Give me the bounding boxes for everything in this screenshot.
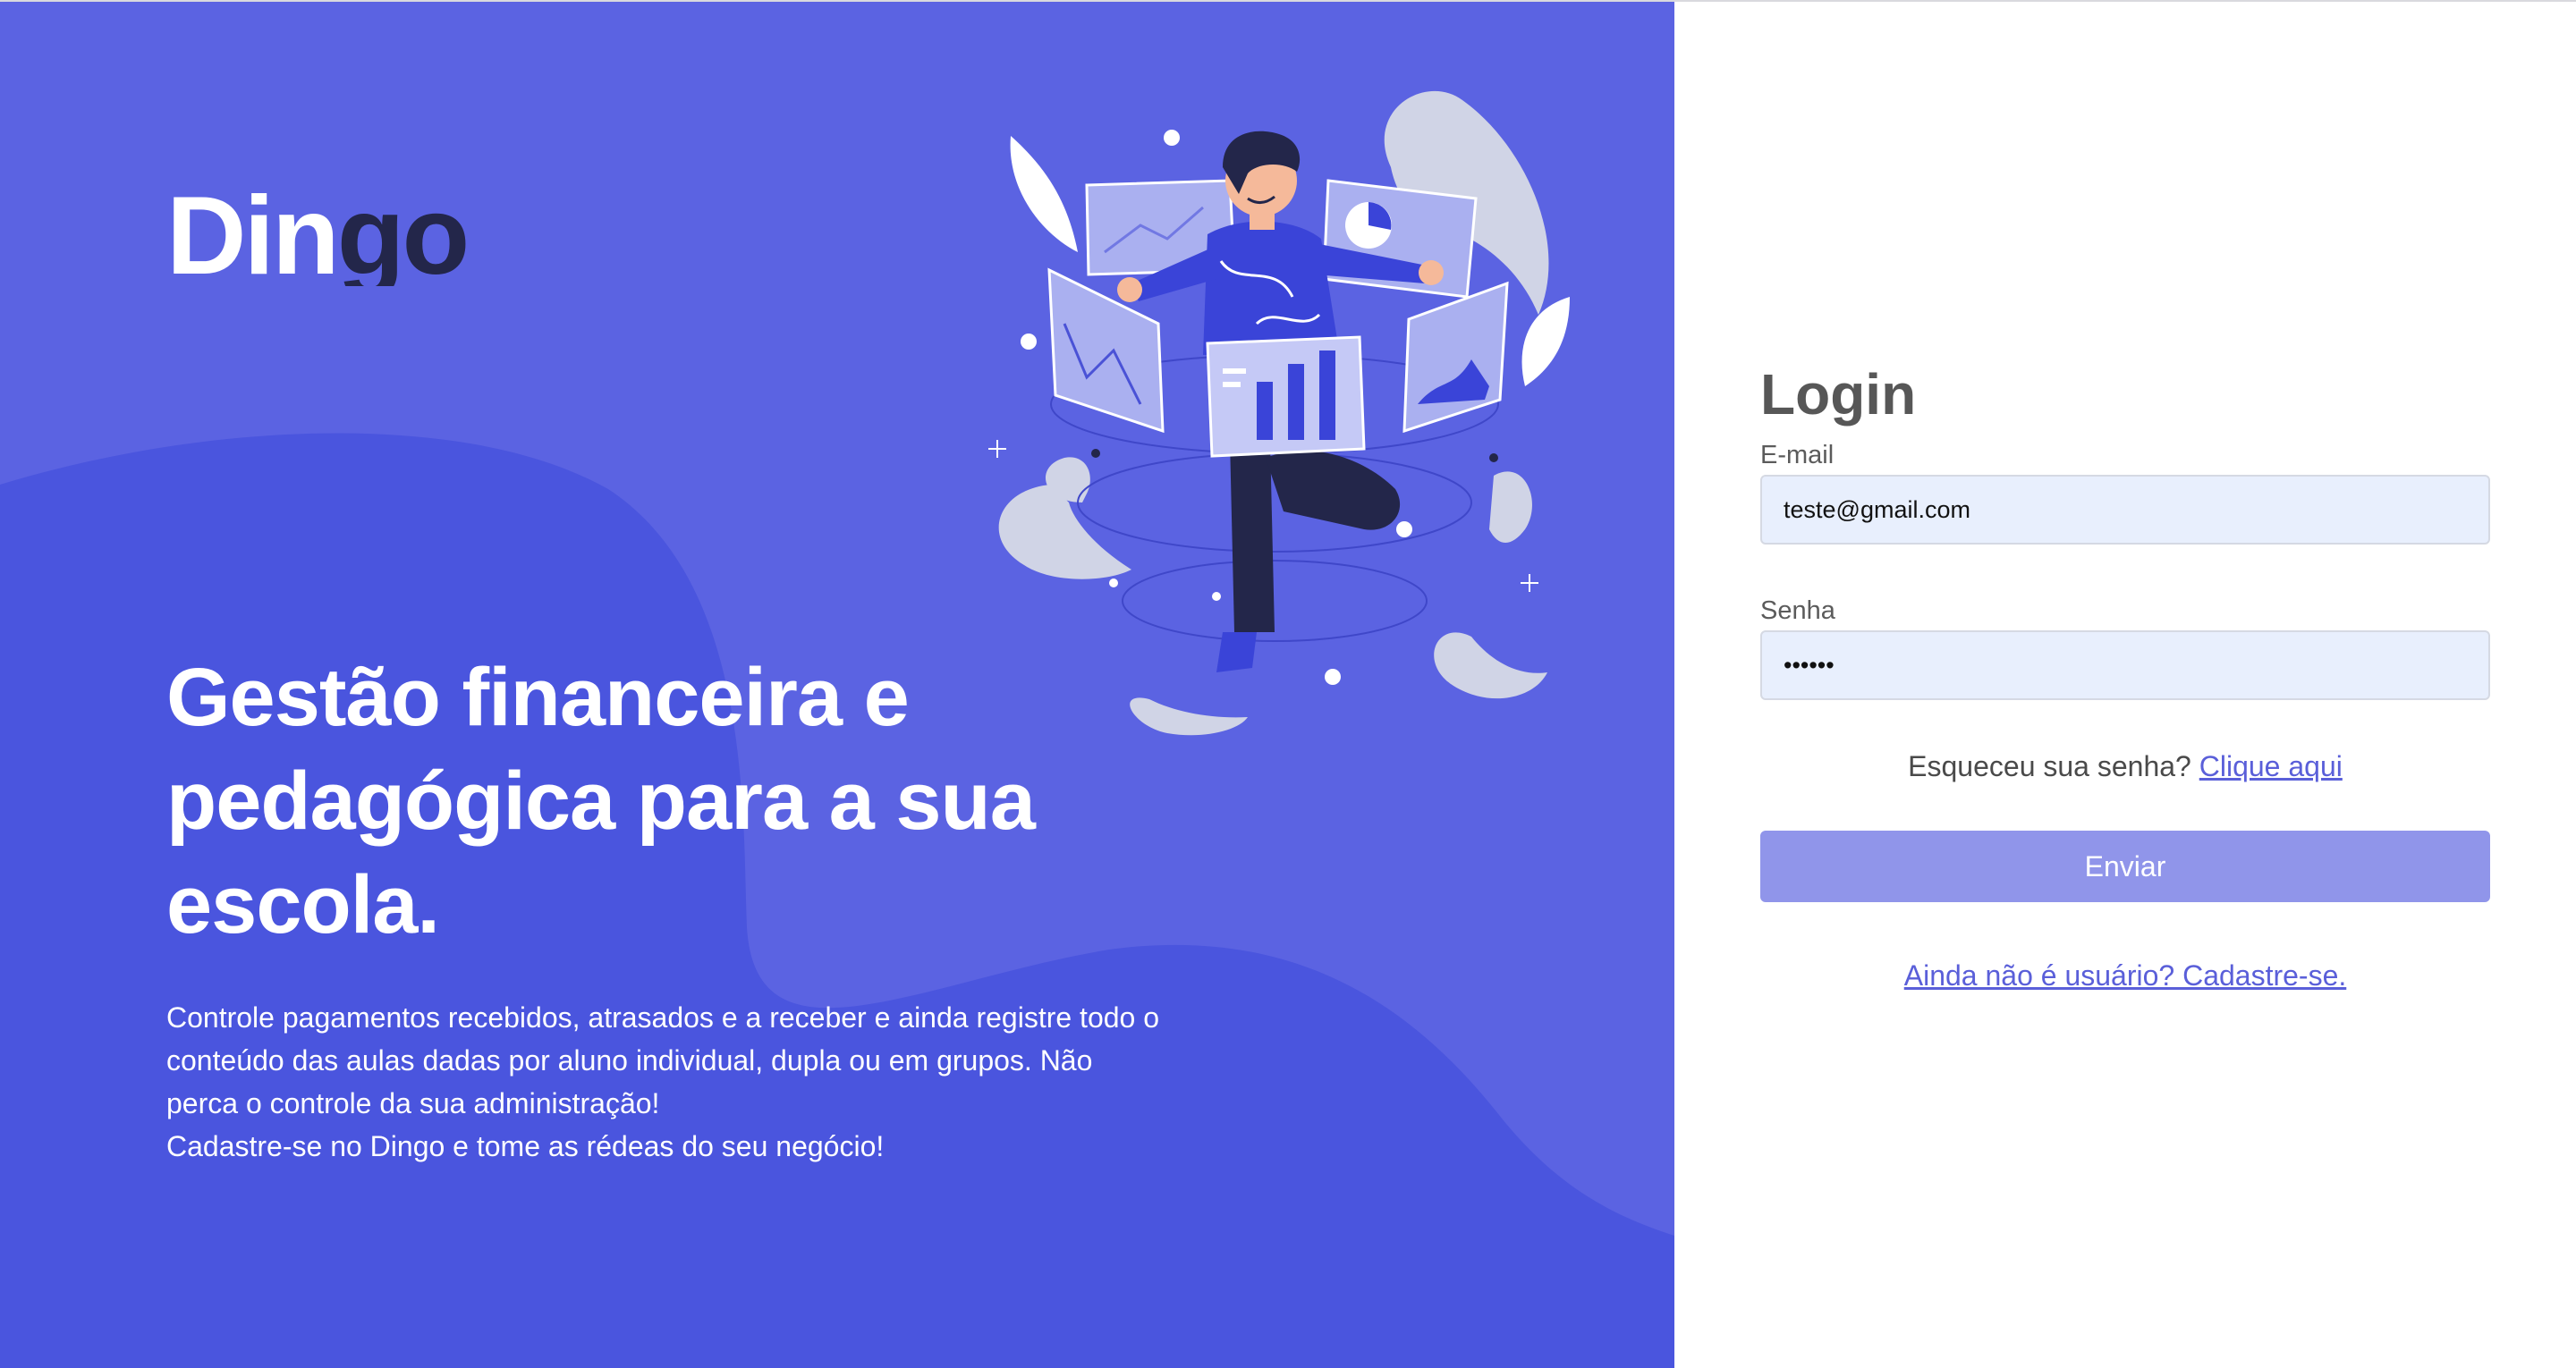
signup-row: Ainda não é usuário? Cadastre-se.	[1760, 958, 2490, 993]
hero-description-line: Controle pagamentos recebidos, atrasados…	[166, 1001, 1160, 1119]
forgot-password-row: Esqueceu sua senha? Clique aqui	[1760, 748, 2490, 784]
password-label: Senha	[1760, 596, 1835, 625]
submit-button[interactable]: Enviar	[1760, 831, 2490, 902]
hero-description: Controle pagamentos recebidos, atrasados…	[166, 996, 1168, 1168]
forgot-password-link[interactable]: Clique aqui	[2199, 750, 2343, 782]
login-page: Dingo Gestão financeira e pedagógica par…	[0, 0, 2576, 1368]
dingo-logo: Dingo	[166, 188, 470, 286]
hero-headline: Gestão financeira e pedagógica para a su…	[166, 652, 1036, 950]
email-input[interactable]	[1760, 475, 2490, 545]
login-form: Login E-mail Senha Esqueceu sua senha? C…	[1760, 355, 2490, 993]
password-input[interactable]	[1760, 630, 2490, 700]
hero-panel: Dingo Gestão financeira e pedagógica par…	[0, 2, 1674, 1368]
login-panel: Login E-mail Senha Esqueceu sua senha? C…	[1674, 2, 2576, 1368]
login-title: Login	[1760, 362, 1917, 426]
finance-dashboard-illustration	[988, 90, 1570, 736]
forgot-password-text: Esqueceu sua senha?	[1908, 750, 2199, 782]
hero-description-line: Cadastre-se no Dingo e tome as rédeas do…	[166, 1130, 885, 1162]
email-label: E-mail	[1760, 441, 1835, 469]
logo-text: Dingo	[166, 188, 467, 286]
signup-link[interactable]: Ainda não é usuário? Cadastre-se.	[1904, 959, 2347, 992]
